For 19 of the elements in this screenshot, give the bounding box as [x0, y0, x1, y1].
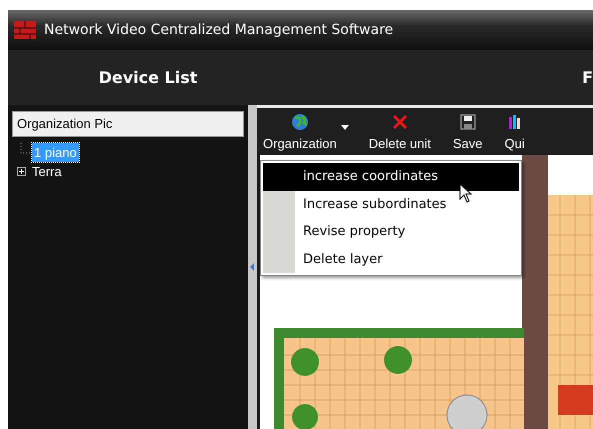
mouse-pointer-icon: [459, 183, 473, 203]
tree-item[interactable]: Terra: [30, 162, 64, 182]
logo-icon: [12, 19, 38, 41]
panel-title: F: [582, 66, 593, 88]
splitter-handle[interactable]: [248, 105, 257, 429]
delete-icon: [390, 112, 409, 130]
toolbar-button[interactable]: Organization: [257, 112, 351, 153]
toolbar-button[interactable]: Qui: [498, 112, 531, 153]
collapse-arrow-icon[interactable]: [250, 263, 255, 271]
tree-line-icon: [20, 143, 30, 154]
panel-title: Device List: [98, 66, 198, 88]
window-title: Network Video Centralized Management Software: [44, 20, 394, 40]
organization-field[interactable]: Organization Pic: [12, 111, 244, 137]
toolbar-button[interactable]: Delete unit: [362, 112, 437, 153]
globe-icon: [290, 112, 309, 130]
toolbar-button[interactable]: Save: [446, 112, 489, 153]
caret-icon[interactable]: [340, 124, 349, 130]
menu-item[interactable]: increase coordinates: [263, 163, 519, 190]
expand-icon[interactable]: [17, 167, 26, 176]
